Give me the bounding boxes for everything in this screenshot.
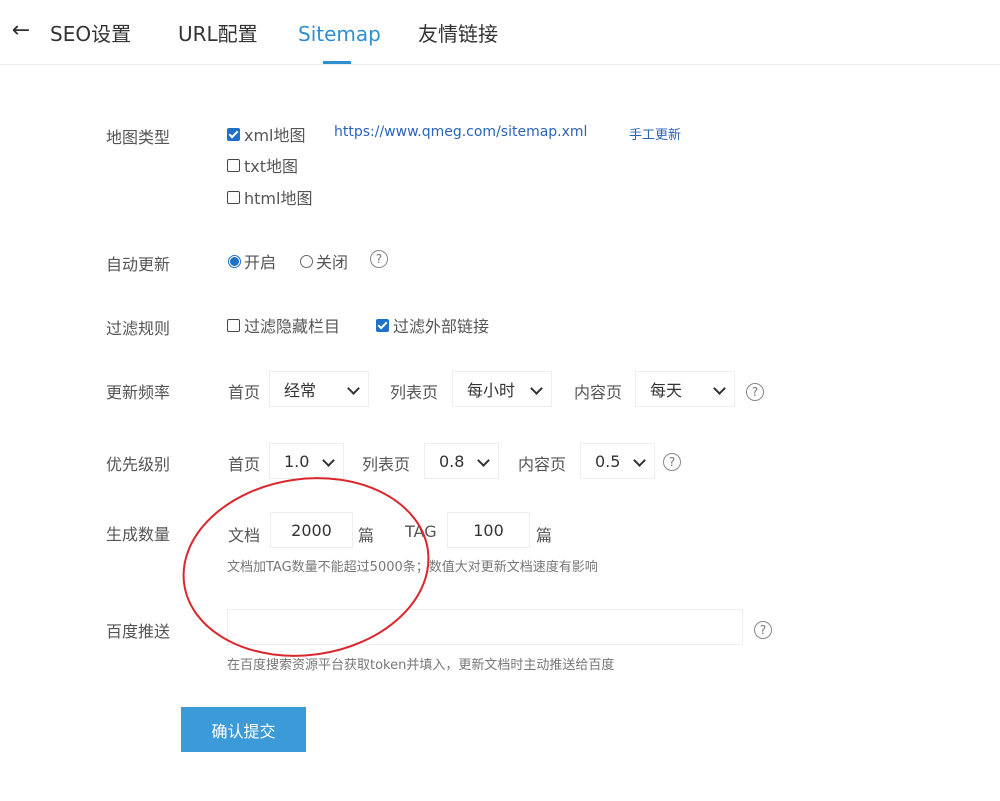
frequency-help-icon[interactable]: ? bbox=[746, 383, 764, 401]
priority-list-value: 0.8 bbox=[439, 451, 465, 471]
tab-sitemap[interactable]: Sitemap bbox=[298, 21, 381, 47]
xml-map-label: xml地图 bbox=[244, 126, 306, 145]
txt-map-label: txt地图 bbox=[244, 157, 299, 176]
txt-map-option[interactable]: txt地图 bbox=[227, 153, 298, 177]
arrow-left-icon: ← bbox=[11, 17, 31, 43]
map-type-label: 地图类型 bbox=[106, 128, 171, 147]
manual-update-link[interactable]: 手工更新 bbox=[629, 124, 681, 143]
chevron-down-icon bbox=[633, 454, 646, 467]
confirm-submit-button[interactable]: 确认提交 bbox=[181, 707, 306, 752]
priority-label: 优先级别 bbox=[106, 455, 171, 474]
auto-update-off-option[interactable]: 关闭 bbox=[300, 249, 348, 273]
tab-bar: ← SEO设置 URL配置 Sitemap 友情链接 bbox=[0, 0, 1000, 65]
chevron-down-icon bbox=[322, 454, 335, 467]
freq-list-label: 列表页 bbox=[390, 383, 439, 402]
chevron-down-icon bbox=[530, 382, 543, 395]
priority-content-select[interactable]: 0.5 bbox=[580, 443, 655, 479]
freq-list-select[interactable]: 每小时 bbox=[452, 371, 552, 407]
filter-hidden-columns-checkbox[interactable] bbox=[227, 318, 240, 332]
html-map-label: html地图 bbox=[244, 189, 313, 208]
auto-update-help-icon[interactable]: ? bbox=[370, 250, 388, 268]
auto-update-on-radio[interactable] bbox=[228, 254, 241, 268]
filter-hidden-columns-label: 过滤隐藏栏目 bbox=[244, 317, 341, 336]
html-map-checkbox[interactable] bbox=[227, 190, 240, 204]
filter-external-links-checkbox[interactable] bbox=[376, 318, 389, 332]
doc-count-label: 文档 bbox=[228, 526, 261, 545]
filter-hidden-columns-option[interactable]: 过滤隐藏栏目 bbox=[227, 313, 340, 337]
freq-home-label: 首页 bbox=[228, 383, 261, 402]
filter-external-links-label: 过滤外部链接 bbox=[393, 317, 490, 336]
freq-content-select[interactable]: 每天 bbox=[635, 371, 735, 407]
freq-home-value: 经常 bbox=[284, 381, 317, 400]
priority-content-value: 0.5 bbox=[595, 451, 621, 471]
chevron-down-icon bbox=[347, 382, 360, 395]
baidu-push-label: 百度推送 bbox=[106, 622, 171, 641]
auto-update-off-radio[interactable] bbox=[300, 254, 313, 268]
priority-home-select[interactable]: 1.0 bbox=[269, 443, 344, 479]
priority-list-select[interactable]: 0.8 bbox=[424, 443, 499, 479]
tab-seo-settings[interactable]: SEO设置 bbox=[50, 21, 131, 47]
freq-list-value: 每小时 bbox=[467, 381, 516, 400]
auto-update-label: 自动更新 bbox=[106, 255, 171, 274]
freq-content-label: 内容页 bbox=[574, 383, 623, 402]
generate-count-label: 生成数量 bbox=[106, 525, 171, 544]
filter-external-links-option[interactable]: 过滤外部链接 bbox=[376, 313, 489, 337]
active-tab-underline bbox=[323, 61, 351, 64]
priority-content-label: 内容页 bbox=[518, 455, 567, 474]
xml-map-option[interactable]: xml地图 bbox=[227, 122, 306, 146]
xml-map-checkbox[interactable] bbox=[227, 127, 240, 141]
auto-update-on-option[interactable]: 开启 bbox=[228, 249, 276, 273]
doc-count-unit: 篇 bbox=[358, 526, 375, 545]
html-map-option[interactable]: html地图 bbox=[227, 185, 312, 209]
update-frequency-label: 更新频率 bbox=[106, 383, 171, 402]
back-button[interactable]: ← bbox=[10, 17, 32, 43]
tag-count-input[interactable] bbox=[447, 512, 530, 548]
baidu-token-input[interactable] bbox=[227, 609, 743, 645]
priority-home-label: 首页 bbox=[228, 455, 261, 474]
chevron-down-icon bbox=[477, 454, 490, 467]
tab-url-config[interactable]: URL配置 bbox=[178, 21, 258, 47]
chevron-down-icon bbox=[713, 382, 726, 395]
doc-count-input[interactable] bbox=[270, 512, 353, 548]
baidu-push-hint: 在百度搜索资源平台获取token并填入，更新文档时主动推送给百度 bbox=[227, 658, 615, 673]
sitemap-xml-link[interactable]: https://www.qmeg.com/sitemap.xml bbox=[334, 124, 587, 140]
baidu-push-help-icon[interactable]: ? bbox=[754, 621, 772, 639]
generate-count-hint: 文档加TAG数量不能超过5000条；数值大对更新文档速度有影响 bbox=[227, 560, 598, 575]
auto-update-off-label: 关闭 bbox=[316, 253, 349, 272]
freq-content-value: 每天 bbox=[650, 381, 683, 400]
auto-update-on-label: 开启 bbox=[244, 253, 277, 272]
tag-count-label: TAG bbox=[405, 522, 437, 541]
freq-home-select[interactable]: 经常 bbox=[269, 371, 369, 407]
filter-rules-label: 过滤规则 bbox=[106, 319, 171, 338]
tab-friend-links[interactable]: 友情链接 bbox=[418, 21, 498, 47]
txt-map-checkbox[interactable] bbox=[227, 158, 240, 172]
priority-list-label: 列表页 bbox=[362, 455, 411, 474]
tag-count-unit: 篇 bbox=[536, 526, 553, 545]
priority-help-icon[interactable]: ? bbox=[663, 453, 681, 471]
priority-home-value: 1.0 bbox=[284, 451, 310, 471]
